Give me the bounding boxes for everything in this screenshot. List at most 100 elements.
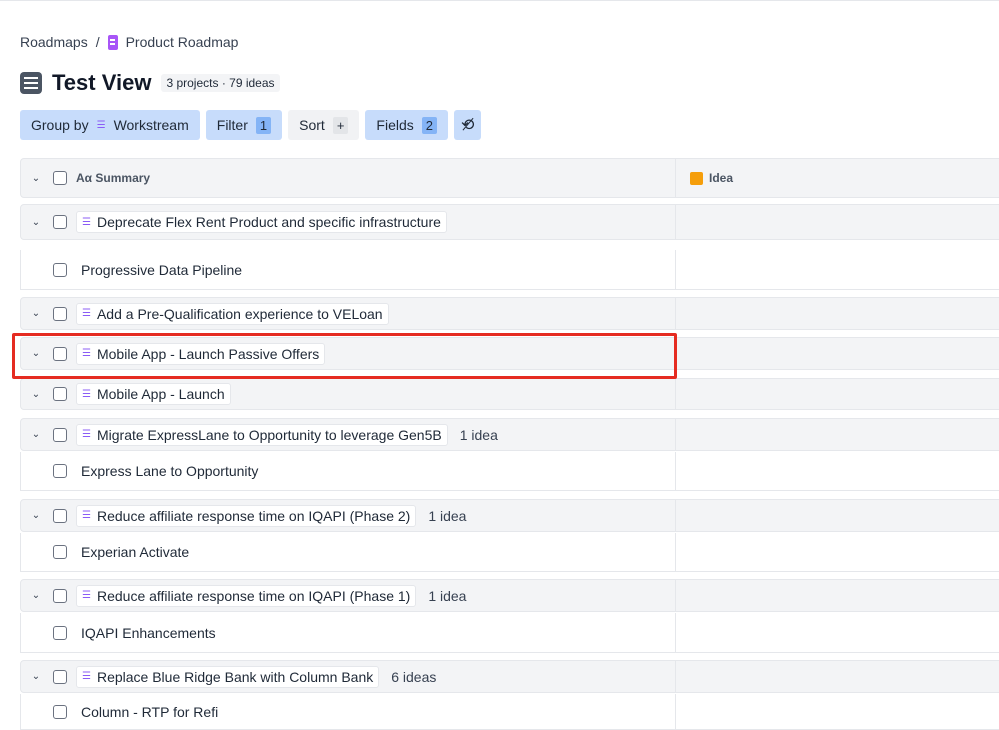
row-checkbox[interactable] — [53, 387, 67, 401]
workstream-pill[interactable]: ☰ Mobile App - Launch — [76, 383, 231, 405]
table-row[interactable]: Experian Activate — [20, 533, 999, 572]
table-header: ⌄ Aα Summary Idea — [20, 158, 999, 198]
row-checkbox[interactable] — [53, 588, 67, 603]
summary-cell: Column - RTP for Refi — [21, 694, 676, 729]
workstream-icon: ☰ — [82, 429, 91, 440]
idea-cell[interactable] — [676, 379, 999, 409]
row-checkbox[interactable] — [53, 262, 67, 277]
group-by-button[interactable]: Group by ☰ Workstream — [20, 110, 200, 140]
idea-cell[interactable] — [676, 533, 999, 571]
group-label: Replace Blue Ridge Bank with Column Bank — [96, 668, 374, 685]
item-label[interactable]: Express Lane to Opportunity — [81, 463, 258, 479]
workstream-icon: ☰ — [82, 388, 91, 400]
page-title: Test View — [52, 70, 152, 95]
collapse-all-chevron-icon[interactable]: ⌄ — [29, 173, 43, 184]
summary-cell: ⌄ ☰ Reduce affiliate response time on IQAP… — [21, 580, 676, 611]
workstream-icon: ☰ — [82, 308, 91, 319]
chevron-down-icon[interactable]: ⌄ — [29, 510, 43, 521]
idea-cell[interactable] — [676, 500, 999, 531]
sort-label: Sort — [299, 117, 325, 133]
idea-cell[interactable] — [676, 694, 999, 729]
sync-toggle-button[interactable]: ⟲̸ — [454, 110, 482, 140]
fields-button[interactable]: Fields 2 — [365, 110, 448, 140]
row-checkbox[interactable] — [53, 508, 67, 523]
sort-button[interactable]: Sort + — [288, 110, 360, 140]
summary-header-label: Summary — [95, 171, 151, 185]
workstream-icon: ☰ — [82, 216, 91, 228]
top-divider — [0, 0, 999, 1]
row-checkbox[interactable] — [53, 704, 67, 719]
table-row[interactable]: Progressive Data Pipeline — [20, 250, 999, 290]
idea-column-header[interactable]: Idea — [676, 159, 999, 197]
chevron-down-icon[interactable]: ⌄ — [29, 308, 43, 319]
summary-cell: Express Lane to Opportunity — [21, 452, 676, 490]
title-bar: Test View 3 projects · 79 ideas — [20, 70, 280, 96]
idea-count: 1 idea — [428, 587, 467, 604]
chevron-down-icon[interactable]: ⌄ — [29, 389, 43, 400]
workstream-pill[interactable]: ☰ Replace Blue Ridge Bank with Column Ban… — [76, 665, 380, 688]
row-checkbox[interactable] — [53, 306, 67, 321]
chevron-down-icon[interactable]: ⌄ — [29, 590, 43, 601]
idea-cell[interactable] — [676, 250, 999, 289]
group-by-label: Group by — [31, 117, 89, 133]
sort-add: + — [332, 116, 349, 134]
summary-column-header[interactable]: Aα Summary — [76, 171, 150, 185]
summary-cell: ⌄ ☰ Mobile App - Launch — [21, 379, 676, 409]
chevron-down-icon[interactable]: ⌄ — [29, 429, 43, 440]
idea-cell[interactable] — [676, 338, 999, 369]
idea-cell[interactable] — [676, 452, 999, 490]
idea-cell[interactable] — [676, 613, 999, 652]
filter-label: Filter — [216, 117, 248, 133]
workstream-pill[interactable]: ☰ Migrate ExpressLane to Opportunity to l… — [76, 423, 448, 446]
row-checkbox[interactable] — [53, 215, 67, 229]
idea-cell[interactable] — [676, 205, 999, 239]
table-row[interactable]: Express Lane to Opportunity — [20, 452, 999, 491]
idea-count: 1 idea — [428, 507, 467, 524]
select-all-checkbox[interactable] — [53, 171, 67, 185]
group-row[interactable]: ⌄ ☰ Reduce affiliate response time on IQAP… — [20, 499, 999, 532]
workstream-pill[interactable]: ☰ Add a Pre-Qualification experience to V… — [76, 302, 389, 325]
group-by-value: Workstream — [113, 117, 189, 133]
workstream-icon: ☰ — [82, 510, 91, 521]
idea-cell[interactable] — [676, 298, 999, 329]
table-row[interactable]: Column - RTP for Refi — [20, 694, 999, 730]
idea-cell[interactable] — [676, 419, 999, 450]
row-checkbox[interactable] — [53, 625, 67, 640]
filter-button[interactable]: Filter 1 — [205, 110, 283, 140]
workstream-pill[interactable]: ☰ Reduce affiliate response time on IQAPI… — [76, 584, 417, 607]
group-row[interactable]: ⌄ ☰ Mobile App - Launch — [20, 378, 999, 410]
item-label[interactable]: Experian Activate — [81, 544, 189, 560]
idea-cell[interactable] — [676, 580, 999, 611]
count-badge: 3 projects · 79 ideas — [161, 74, 280, 92]
row-checkbox[interactable] — [53, 427, 67, 442]
group-row[interactable]: ⌄ ☰ Replace Blue Ridge Bank with Column Ba… — [20, 660, 999, 693]
fields-count: 2 — [421, 116, 437, 134]
item-label[interactable]: Column - RTP for Refi — [81, 704, 218, 720]
group-label: Deprecate Flex Rent Product and specific… — [96, 214, 441, 230]
list-view-icon — [20, 72, 42, 94]
row-checkbox[interactable] — [53, 669, 67, 684]
breadcrumb-product-roadmap[interactable]: Product Roadmap — [126, 34, 239, 50]
group-row[interactable]: ⌄ ☰ Reduce affiliate response time on IQAP… — [20, 579, 999, 612]
workstream-pill[interactable]: ☰ Deprecate Flex Rent Product and specifi… — [76, 211, 447, 233]
breadcrumb-separator: / — [95, 34, 100, 50]
group-row[interactable]: ⌄ ☰ Migrate ExpressLane to Opportunity to … — [20, 418, 999, 451]
workstream-pill[interactable]: ☰ Reduce affiliate response time on IQAPI… — [76, 504, 417, 527]
chevron-down-icon[interactable]: ⌄ — [29, 217, 43, 228]
idea-count: 1 idea — [459, 426, 498, 443]
group-row[interactable]: ⌄ ☰ Add a Pre-Qualification experience to … — [20, 297, 999, 330]
item-label[interactable]: Progressive Data Pipeline — [81, 262, 242, 278]
group-row[interactable]: ⌄ ☰ Deprecate Flex Rent Product and specif… — [20, 204, 999, 240]
row-checkbox[interactable] — [53, 464, 67, 478]
breadcrumb-roadmaps[interactable]: Roadmaps — [20, 34, 88, 50]
row-checkbox[interactable] — [53, 545, 67, 559]
item-label[interactable]: IQAPI Enhancements — [81, 625, 216, 641]
highlight-box — [12, 333, 677, 379]
table-row[interactable]: IQAPI Enhancements — [20, 613, 999, 653]
idea-header-label: Idea — [709, 171, 734, 185]
idea-cell[interactable] — [676, 661, 999, 692]
fields-label: Fields — [376, 117, 414, 133]
lightbulb-icon — [690, 171, 703, 185]
chevron-down-icon[interactable]: ⌄ — [29, 671, 43, 682]
filter-count: 1 — [255, 116, 272, 134]
